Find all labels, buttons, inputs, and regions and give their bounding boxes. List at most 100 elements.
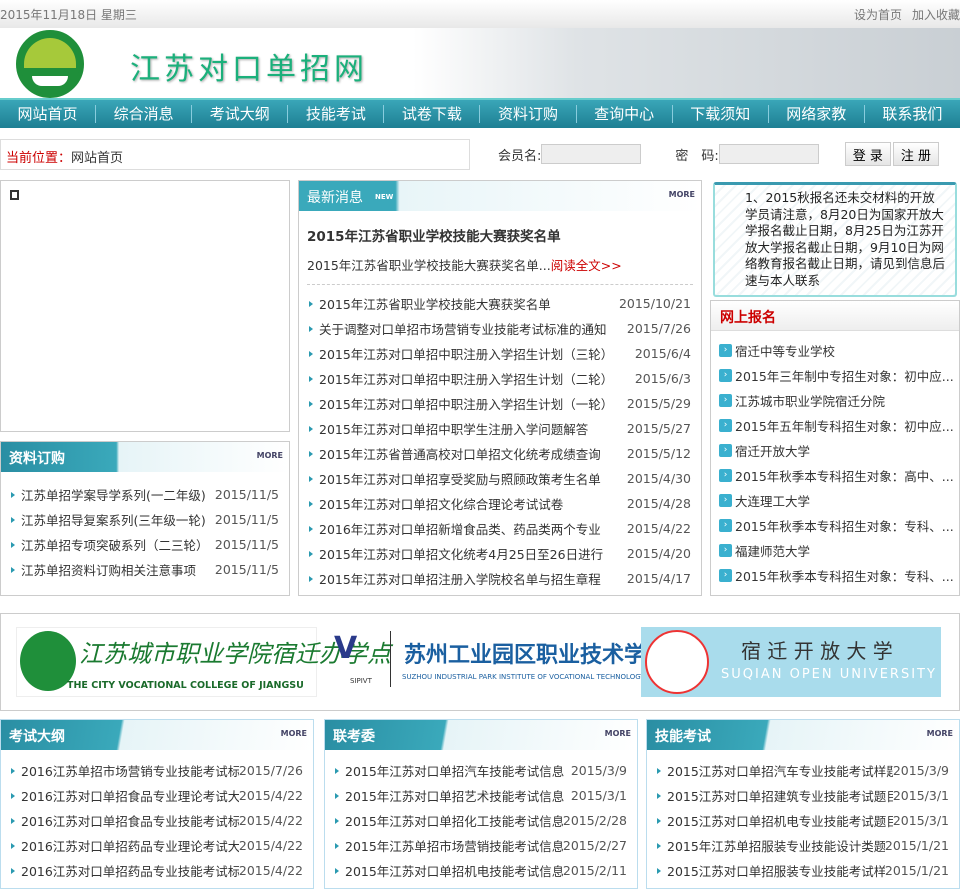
- list-item[interactable]: 2016江苏对口单招食品专业理论考试大纲 2015/4/22: [1, 783, 313, 808]
- item-title[interactable]: 2016年江苏对口单招新增食品类、药品类两个专业: [319, 519, 601, 538]
- nav-item[interactable]: 技能考试: [288, 105, 385, 123]
- item-title[interactable]: 2015年江苏对口单招中职注册入学招生计划（二轮）: [319, 369, 613, 388]
- list-item[interactable]: 2015年江苏对口单招机电技能考试信息 2015/2/11: [325, 858, 637, 883]
- banner-suqian-open-university[interactable]: 宿 迁 开 放 大 学 SUQIAN OPEN UNIVERSITY: [641, 627, 941, 697]
- registration-item[interactable]: › 2015年五年制专科招生对象：初中应...: [711, 413, 959, 438]
- item-title[interactable]: 2015年秋季本专科招生对象：专科、...: [735, 516, 954, 535]
- item-title[interactable]: 2015年江苏对口单招中职注册入学招生计划（三轮）: [319, 344, 613, 363]
- nav-item[interactable]: 下载须知: [673, 105, 769, 123]
- more-link[interactable]: MORE: [257, 451, 283, 460]
- item-title[interactable]: 2015江苏对口单招汽车专业技能考试样题: [667, 761, 893, 780]
- registration-item[interactable]: › 宿迁中等专业学校: [711, 338, 959, 363]
- nav-item[interactable]: 网络家教: [769, 105, 865, 123]
- list-item[interactable]: 江苏单招学案导学系列(一二年级) 2015/11/5: [1, 482, 289, 507]
- more-link[interactable]: MORE: [927, 729, 953, 738]
- item-title[interactable]: 2015年江苏对口单招化工技能考试信息: [345, 811, 563, 830]
- item-title[interactable]: 宿迁中等专业学校: [735, 341, 835, 360]
- list-item[interactable]: 2015江苏对口单招建筑专业技能考试题目 2015/3/1: [647, 783, 959, 808]
- list-item[interactable]: 2015年江苏单招服装专业技能设计类题库 2015/1/21: [647, 833, 959, 858]
- nav-item[interactable]: 联系我们: [865, 105, 960, 123]
- list-item[interactable]: 江苏单招专项突破系列（二三轮） 2015/11/5: [1, 532, 289, 557]
- breadcrumb-current[interactable]: 网站首页: [71, 151, 123, 166]
- item-title[interactable]: 江苏城市职业学院宿迁分院: [735, 391, 885, 410]
- item-title[interactable]: 2016江苏对口单招食品专业技能考试标准: [21, 811, 239, 830]
- site-logo-icon[interactable]: [16, 30, 84, 98]
- list-item[interactable]: 2015年江苏对口单招文化统考4月25日至26日进行 2015/4/20: [299, 541, 701, 566]
- list-item[interactable]: 2016江苏对口单招药品专业技能考试标准 2015/4/22: [1, 858, 313, 883]
- item-title[interactable]: 2015年江苏对口单招汽车技能考试信息: [345, 761, 564, 780]
- item-title[interactable]: 大连理工大学: [735, 491, 810, 510]
- registration-item[interactable]: › 大连理工大学: [711, 488, 959, 513]
- item-title[interactable]: 2015江苏对口单招机电专业技能考试题目: [667, 811, 893, 830]
- headline[interactable]: 2015年江苏省职业学校技能大赛获奖名单: [307, 225, 701, 245]
- more-link[interactable]: MORE: [669, 190, 695, 199]
- item-title[interactable]: 2015年江苏对口单招享受奖励与照顾政策考生名单: [319, 469, 601, 488]
- registration-item[interactable]: › 2015年秋季本专科招生对象：高中、...: [711, 463, 959, 488]
- login-button[interactable]: 登 录: [844, 142, 891, 166]
- list-item[interactable]: 2015年江苏对口单招文化综合理论考试试卷 2015/4/28: [299, 491, 701, 516]
- list-item[interactable]: 2015年江苏省普通高校对口单招文化统考成绩查询 2015/5/12: [299, 441, 701, 466]
- list-item[interactable]: 2015江苏对口单招汽车专业技能考试样题 2015/3/9: [647, 758, 959, 783]
- list-item[interactable]: 2015年江苏对口单招汽车技能考试信息 2015/3/9: [325, 758, 637, 783]
- item-title[interactable]: 江苏单招学案导学系列(一二年级): [21, 485, 206, 504]
- list-item[interactable]: 2015年江苏对口单招享受奖励与照顾政策考生名单 2015/4/30: [299, 466, 701, 491]
- list-item[interactable]: 2015年江苏单招市场营销技能考试信息 2015/2/27: [325, 833, 637, 858]
- list-item[interactable]: 2016江苏单招市场营销专业技能考试标准 2015/7/26: [1, 758, 313, 783]
- list-item[interactable]: 2015年江苏对口单招中职注册入学招生计划（二轮） 2015/6/3: [299, 366, 701, 391]
- item-title[interactable]: 江苏单招导复案系列(三年级一轮): [21, 510, 206, 529]
- item-title[interactable]: 2015年江苏对口单招中职注册入学招生计划（一轮）: [319, 394, 613, 413]
- item-title[interactable]: 2015年江苏对口单招机电技能考试信息: [345, 861, 563, 880]
- item-title[interactable]: 2015年江苏对口单招艺术技能考试信息: [345, 786, 564, 805]
- item-title[interactable]: 2015年江苏对口单招中职学生注册入学问题解答: [319, 419, 588, 438]
- list-item[interactable]: 2015年江苏对口单招化工技能考试信息 2015/2/28: [325, 808, 637, 833]
- list-item[interactable]: 2015年江苏省职业学校技能大赛获奖名单 2015/10/21: [299, 291, 701, 316]
- registration-item[interactable]: › 2015年三年制中专招生对象：初中应...: [711, 363, 959, 388]
- nav-item[interactable]: 考试大纲: [192, 105, 289, 123]
- list-item[interactable]: 关于调整对口单招市场营销专业技能考试标准的通知 2015/7/26: [299, 316, 701, 341]
- bookmark-link[interactable]: 加入收藏: [912, 8, 960, 22]
- item-title[interactable]: 2015年江苏省普通高校对口单招文化统考成绩查询: [319, 444, 601, 463]
- nav-item[interactable]: 网站首页: [0, 105, 97, 123]
- item-title[interactable]: 关于调整对口单招市场营销专业技能考试标准的通知: [319, 319, 607, 338]
- list-item[interactable]: 2015年江苏对口单招注册入学院校名单与招生章程 2015/4/17: [299, 566, 701, 591]
- registration-item[interactable]: › 2015年秋季本专科招生对象：专科、...: [711, 513, 959, 538]
- item-title[interactable]: 2015年江苏对口单招文化统考4月25日至26日进行: [319, 544, 603, 563]
- registration-item[interactable]: › 2015年秋季本专科招生对象：专科、...: [711, 563, 959, 588]
- image-slideshow[interactable]: [0, 180, 290, 432]
- list-item[interactable]: 2016江苏对口单招药品专业理论考试大纲 2015/4/22: [1, 833, 313, 858]
- registration-item[interactable]: › 福建师范大学: [711, 538, 959, 563]
- nav-item[interactable]: 综合消息: [96, 105, 193, 123]
- item-title[interactable]: 2015年三年制中专招生对象：初中应...: [735, 366, 954, 385]
- item-title[interactable]: 2015年秋季本专科招生对象：专科、...: [735, 566, 954, 585]
- list-item[interactable]: 2015年江苏对口单招艺术技能考试信息 2015/3/1: [325, 783, 637, 808]
- item-title[interactable]: 2016江苏对口单招食品专业理论考试大纲: [21, 786, 239, 805]
- list-item[interactable]: 江苏单招资料订购相关注意事项 2015/11/5: [1, 557, 289, 582]
- list-item[interactable]: 2016江苏对口单招食品专业技能考试标准 2015/4/22: [1, 808, 313, 833]
- item-title[interactable]: 2015年江苏单招服装专业技能设计类题库: [667, 836, 885, 855]
- list-item[interactable]: 2015江苏对口单招机电专业技能考试题目 2015/3/1: [647, 808, 959, 833]
- read-more-link[interactable]: 阅读全文>>: [551, 258, 622, 273]
- list-item[interactable]: 2015年江苏对口单招中职注册入学招生计划（一轮） 2015/5/29: [299, 391, 701, 416]
- registration-item[interactable]: › 江苏城市职业学院宿迁分院: [711, 388, 959, 413]
- item-title[interactable]: 2016江苏单招市场营销专业技能考试标准: [21, 761, 239, 780]
- nav-item[interactable]: 资料订购: [480, 105, 577, 123]
- item-title[interactable]: 福建师范大学: [735, 541, 810, 560]
- banner-city-vocational[interactable]: 江苏城市职业学院宿迁办学点 THE CITY VOCATIONAL COLLEG…: [16, 627, 391, 697]
- item-title[interactable]: 2016江苏对口单招药品专业理论考试大纲: [21, 836, 239, 855]
- registration-item[interactable]: › 宿迁开放大学: [711, 438, 959, 463]
- item-title[interactable]: 2015年秋季本专科招生对象：高中、...: [735, 466, 954, 485]
- username-input[interactable]: [541, 144, 642, 164]
- password-input[interactable]: [718, 144, 819, 164]
- list-item[interactable]: 2015年江苏对口单招中职学生注册入学问题解答 2015/5/27: [299, 416, 701, 441]
- item-title[interactable]: 2015年江苏省职业学校技能大赛获奖名单: [319, 294, 551, 313]
- item-title[interactable]: 2015年五年制专科招生对象：初中应...: [735, 416, 954, 435]
- item-title[interactable]: 2015年江苏对口单招文化综合理论考试试卷: [319, 494, 563, 513]
- item-title[interactable]: 2015江苏对口单招建筑专业技能考试题目: [667, 786, 893, 805]
- more-link[interactable]: MORE: [281, 729, 307, 738]
- nav-item[interactable]: 试卷下载: [384, 105, 481, 123]
- item-title[interactable]: 2016江苏对口单招药品专业技能考试标准: [21, 861, 239, 880]
- more-link[interactable]: MORE: [605, 729, 631, 738]
- list-item[interactable]: 2015年江苏对口单招中职注册入学招生计划（三轮） 2015/6/4: [299, 341, 701, 366]
- item-title[interactable]: 宿迁开放大学: [735, 441, 810, 460]
- register-button[interactable]: 注 册: [892, 142, 940, 166]
